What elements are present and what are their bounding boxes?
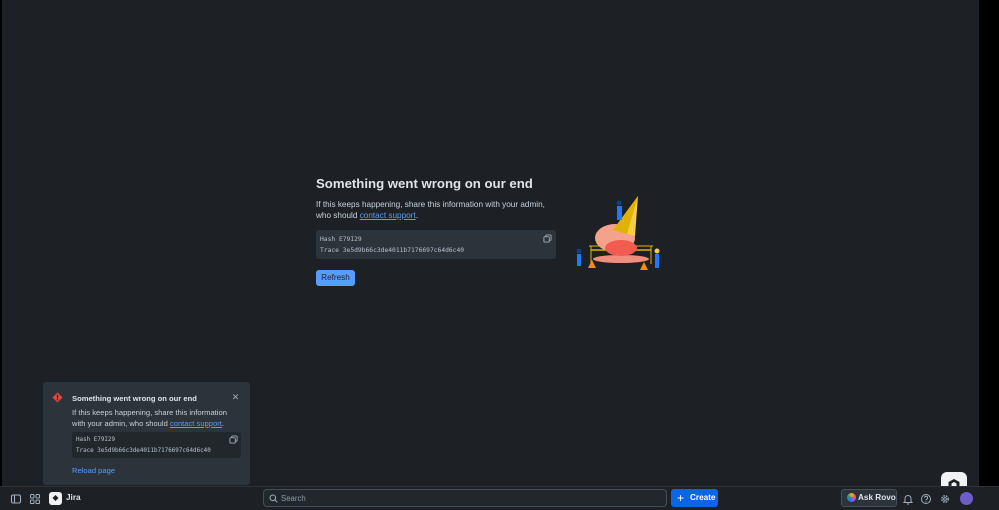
rovo-logo-icon xyxy=(847,493,856,502)
copy-icon[interactable] xyxy=(229,435,238,444)
sidebar-toggle-icon[interactable] xyxy=(10,493,22,505)
app-switcher-icon[interactable] xyxy=(29,493,41,505)
error-toast: Something went wrong on our end ✕ If thi… xyxy=(43,382,250,485)
reload-page-link[interactable]: Reload page xyxy=(72,466,115,475)
ask-rovo-button[interactable]: Ask Rovo xyxy=(841,489,897,507)
contact-support-link[interactable]: contact support xyxy=(360,211,416,220)
create-button[interactable]: + Create xyxy=(671,489,718,507)
app-name[interactable]: Jira xyxy=(66,493,81,502)
create-label: Create xyxy=(690,493,716,502)
search-icon xyxy=(269,494,278,503)
toast-message-end: . xyxy=(221,418,224,428)
error-icon xyxy=(52,392,63,403)
error-details-box: Hash E79I29 Trace 3e5d9b66c3de4011b71766… xyxy=(316,230,556,259)
settings-icon[interactable] xyxy=(939,493,951,505)
toast-title: Something went wrong on our end xyxy=(72,394,197,403)
toast-details-box: Hash E79I29 Trace 3e5d9b66c3de4011b71766… xyxy=(72,432,241,458)
right-edge xyxy=(979,0,999,486)
jira-logo[interactable] xyxy=(49,492,62,505)
bell-icon[interactable] xyxy=(902,493,914,505)
search-input[interactable]: Search xyxy=(263,489,667,507)
error-title: Something went wrong on our end xyxy=(316,176,533,191)
search-placeholder: Search xyxy=(281,494,306,503)
hash-line: Hash E79I29 xyxy=(320,236,362,243)
copy-icon[interactable] xyxy=(543,234,552,243)
plus-icon: + xyxy=(677,491,685,505)
close-icon[interactable]: ✕ xyxy=(231,393,240,402)
toast-hash-line: Hash E79I29 xyxy=(76,437,116,443)
trace-line: Trace 3e5d9b66c3de4011b7176697c64d6c40 xyxy=(320,246,465,254)
error-message-text: If this keeps happening, share this info… xyxy=(316,200,545,220)
help-icon[interactable] xyxy=(920,493,932,505)
toast-trace-line: Trace 3e5d9b66c3de4011b7176697c64d6c40 xyxy=(76,447,211,454)
error-panel: Something went wrong on our end If this … xyxy=(316,176,556,259)
refresh-button[interactable]: Refresh xyxy=(316,270,355,286)
bottom-navigation: Jira Search + Create Ask Rovo xyxy=(0,486,999,510)
ask-rovo-label: Ask Rovo xyxy=(858,493,896,502)
error-message: If this keeps happening, share this info… xyxy=(316,200,556,221)
avatar[interactable] xyxy=(960,492,973,505)
toast-contact-support-link[interactable]: contact support xyxy=(170,419,222,428)
error-illustration xyxy=(576,196,660,270)
jira-logo-icon xyxy=(52,495,59,501)
error-message-end: . xyxy=(415,210,418,220)
toast-message: If this keeps happening, share this info… xyxy=(72,408,242,429)
